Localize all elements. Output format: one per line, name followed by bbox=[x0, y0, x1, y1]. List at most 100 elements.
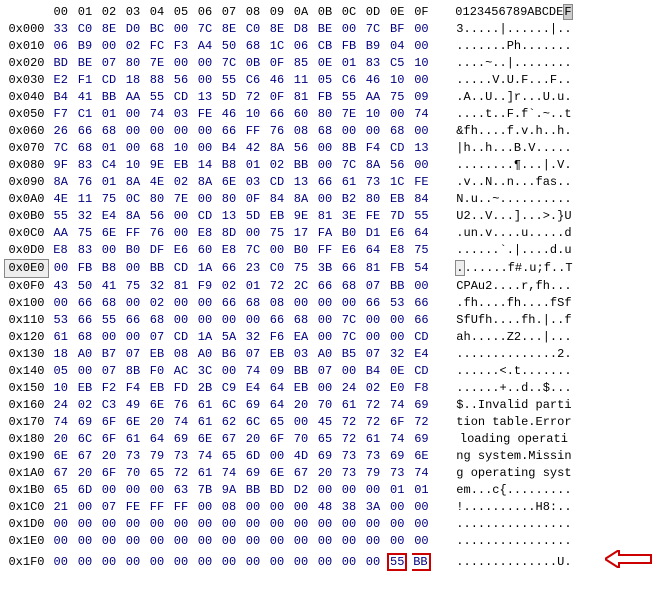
hex-byte: 02 bbox=[361, 380, 385, 397]
hex-byte: 66 bbox=[73, 123, 97, 140]
hex-byte: FC bbox=[145, 38, 169, 55]
hex-byte: EB bbox=[265, 208, 289, 225]
arrow-cell bbox=[594, 414, 663, 431]
hex-byte: BB bbox=[409, 550, 433, 574]
hex-byte: 8A bbox=[361, 157, 385, 174]
hex-row: 0x1206168000007CD1A5A32F6EA007C0000CDah.… bbox=[5, 329, 664, 346]
hex-byte: 00 bbox=[241, 312, 265, 329]
hex-byte: 6F bbox=[385, 414, 409, 431]
hex-byte: 02 bbox=[217, 278, 241, 296]
hex-byte: 00 bbox=[241, 499, 265, 516]
offset-cell: 0x190 bbox=[5, 448, 49, 465]
col-header: 0A bbox=[289, 4, 313, 21]
hex-byte: 65 bbox=[217, 448, 241, 465]
hex-byte: E6 bbox=[337, 242, 361, 260]
hex-byte: 00 bbox=[289, 533, 313, 550]
hex-byte: 32 bbox=[241, 329, 265, 346]
hex-byte: 06 bbox=[49, 38, 74, 55]
hex-byte: 61 bbox=[193, 397, 217, 414]
hex-byte: EB bbox=[145, 346, 169, 363]
hex-byte: 56 bbox=[169, 72, 193, 89]
hex-byte: 26 bbox=[49, 123, 74, 140]
hex-byte: 00 bbox=[145, 550, 169, 574]
hex-byte: 6F bbox=[265, 431, 289, 448]
hex-byte: 68 bbox=[145, 312, 169, 329]
hex-byte: C3 bbox=[97, 397, 121, 414]
hex-byte: FB bbox=[73, 260, 97, 278]
hex-byte: 42 bbox=[241, 140, 265, 157]
arrow-cell bbox=[594, 380, 663, 397]
hex-byte: 64 bbox=[145, 431, 169, 448]
hex-byte: 69 bbox=[385, 448, 409, 465]
hex-byte: 5D bbox=[241, 208, 265, 225]
hex-byte: FF bbox=[241, 123, 265, 140]
hex-byte: 00 bbox=[265, 242, 289, 260]
hex-byte: 00 bbox=[313, 140, 337, 157]
offset-cell: 0x010 bbox=[5, 38, 49, 55]
hex-byte: 46 bbox=[361, 72, 385, 89]
arrow-cell bbox=[594, 174, 663, 191]
hex-byte: 6E bbox=[409, 448, 433, 465]
ascii-cell: .......f#.u;f..T bbox=[433, 260, 594, 278]
hex-byte: 67 bbox=[73, 448, 97, 465]
hex-byte: 46 bbox=[265, 72, 289, 89]
hex-byte: 68 bbox=[97, 295, 121, 312]
hex-byte: 00 bbox=[409, 72, 433, 89]
hex-row: 0x1B0656D000000637B9ABBBDD20000000101em.… bbox=[5, 482, 664, 499]
hex-byte: 00 bbox=[385, 516, 409, 533]
hex-byte: 72 bbox=[337, 414, 361, 431]
hex-byte: 67 bbox=[217, 431, 241, 448]
hex-byte: 72 bbox=[337, 431, 361, 448]
hex-byte: 64 bbox=[361, 242, 385, 260]
hex-byte: 11 bbox=[289, 72, 313, 89]
hex-byte: 00 bbox=[313, 380, 337, 397]
ascii-cell: ....t..F.f`.~..t bbox=[433, 106, 594, 123]
ascii-cell: .A..U..]r...U.u. bbox=[433, 89, 594, 106]
offset-cell: 0x0E0 bbox=[5, 260, 49, 278]
col-header: 0F bbox=[409, 4, 433, 21]
hex-row: 0x15010EBF2F4EBFD2BC9E464EB002402E0F8...… bbox=[5, 380, 664, 397]
hex-byte: B0 bbox=[121, 242, 145, 260]
hex-byte: 7C bbox=[361, 21, 385, 38]
hex-byte: 8A bbox=[265, 140, 289, 157]
col-header: 01 bbox=[73, 4, 97, 21]
hex-byte: 68 bbox=[241, 295, 265, 312]
hex-byte: 79 bbox=[361, 465, 385, 482]
hex-byte: 8B bbox=[337, 140, 361, 157]
hex-byte: 69 bbox=[241, 397, 265, 414]
arrow-cell bbox=[594, 329, 663, 346]
hex-byte: 6F bbox=[97, 465, 121, 482]
offset-cell: 0x050 bbox=[5, 106, 49, 123]
hex-byte: CD bbox=[169, 260, 193, 278]
hex-byte: 00 bbox=[169, 533, 193, 550]
hex-row: 0x0C0AA756EFF7600E88D007517FAB0D1E664.un… bbox=[5, 225, 664, 242]
hex-byte: E8 bbox=[217, 242, 241, 260]
hex-byte: E6 bbox=[385, 225, 409, 242]
hex-byte: 8B bbox=[121, 363, 145, 380]
hex-byte: 10 bbox=[361, 106, 385, 123]
hex-byte: 64 bbox=[265, 397, 289, 414]
hex-byte: 00 bbox=[121, 329, 145, 346]
hex-byte: 61 bbox=[361, 431, 385, 448]
arrow-cell bbox=[594, 242, 663, 260]
arrow-cell bbox=[594, 38, 663, 55]
hex-byte: EA bbox=[289, 329, 313, 346]
hex-byte: 01 bbox=[337, 55, 361, 72]
hex-byte: 20 bbox=[49, 431, 74, 448]
arrow-cell bbox=[594, 89, 663, 106]
hex-byte: 70 bbox=[313, 397, 337, 414]
hex-byte: 00 bbox=[313, 295, 337, 312]
hex-byte: 75 bbox=[73, 225, 97, 242]
hex-byte: 00 bbox=[121, 123, 145, 140]
hex-byte: E4 bbox=[409, 346, 433, 363]
hex-byte: 07 bbox=[97, 55, 121, 72]
hex-byte: 10 bbox=[121, 157, 145, 174]
hex-byte: 45 bbox=[313, 414, 337, 431]
hex-byte: 69 bbox=[313, 448, 337, 465]
hex-row: 0x1602402C3496E76616C6964207061727469$..… bbox=[5, 397, 664, 414]
hex-byte: 00 bbox=[337, 533, 361, 550]
hex-byte: EB bbox=[169, 157, 193, 174]
hex-byte: 00 bbox=[169, 516, 193, 533]
hex-byte: 68 bbox=[73, 140, 97, 157]
hex-byte: B4 bbox=[361, 363, 385, 380]
